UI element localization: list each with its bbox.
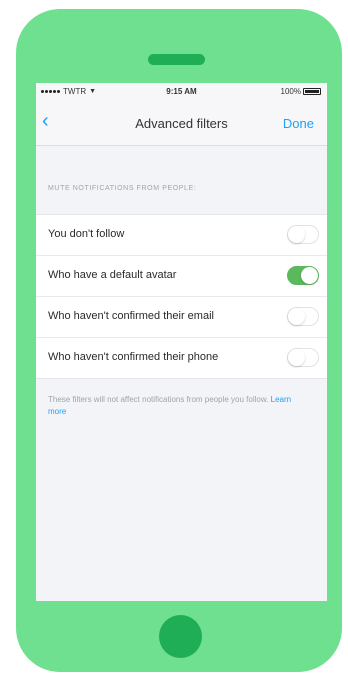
toggle-knob: [288, 349, 305, 366]
home-button[interactable]: [159, 615, 202, 658]
battery-icon: [303, 88, 321, 95]
filter-row-default-avatar: Who have a default avatar: [36, 256, 327, 297]
filter-row-dont-follow: You don't follow: [36, 215, 327, 256]
filter-label: Who have a default avatar: [48, 269, 177, 281]
footer-note-text: These filters will not affect notificati…: [48, 395, 269, 404]
filter-toggle-default-avatar[interactable]: [287, 266, 319, 285]
toggle-knob: [288, 308, 305, 325]
filter-list: You don't follow Who have a default avat…: [36, 214, 327, 379]
speaker-grille: [148, 54, 205, 65]
done-button[interactable]: Done: [283, 116, 314, 131]
toggle-knob: [288, 226, 305, 243]
toggle-knob: [301, 267, 318, 284]
navigation-bar: ‹ Advanced filters Done: [36, 101, 327, 146]
app-screen: TWTR ▼ 9:15 AM 100% ‹ Advanced filters D…: [36, 83, 327, 601]
filter-toggle-dont-follow[interactable]: [287, 225, 319, 244]
status-right: 100%: [281, 87, 321, 96]
battery-percent: 100%: [280, 87, 301, 96]
section-header: MUTE NOTIFICATIONS FROM PEOPLE:: [48, 185, 197, 192]
filter-label: Who haven't confirmed their email: [48, 310, 214, 322]
phone-frame: TWTR ▼ 9:15 AM 100% ‹ Advanced filters D…: [16, 9, 342, 672]
filter-row-unconfirmed-phone: Who haven't confirmed their phone: [36, 338, 327, 378]
filter-label: Who haven't confirmed their phone: [48, 351, 219, 363]
filter-toggle-unconfirmed-email[interactable]: [287, 307, 319, 326]
filter-label: You don't follow: [48, 228, 125, 240]
filter-toggle-unconfirmed-phone[interactable]: [287, 348, 319, 367]
filter-row-unconfirmed-email: Who haven't confirmed their email: [36, 297, 327, 338]
footer-note: These filters will not affect notificati…: [48, 394, 298, 418]
status-bar: TWTR ▼ 9:15 AM 100%: [36, 83, 327, 101]
